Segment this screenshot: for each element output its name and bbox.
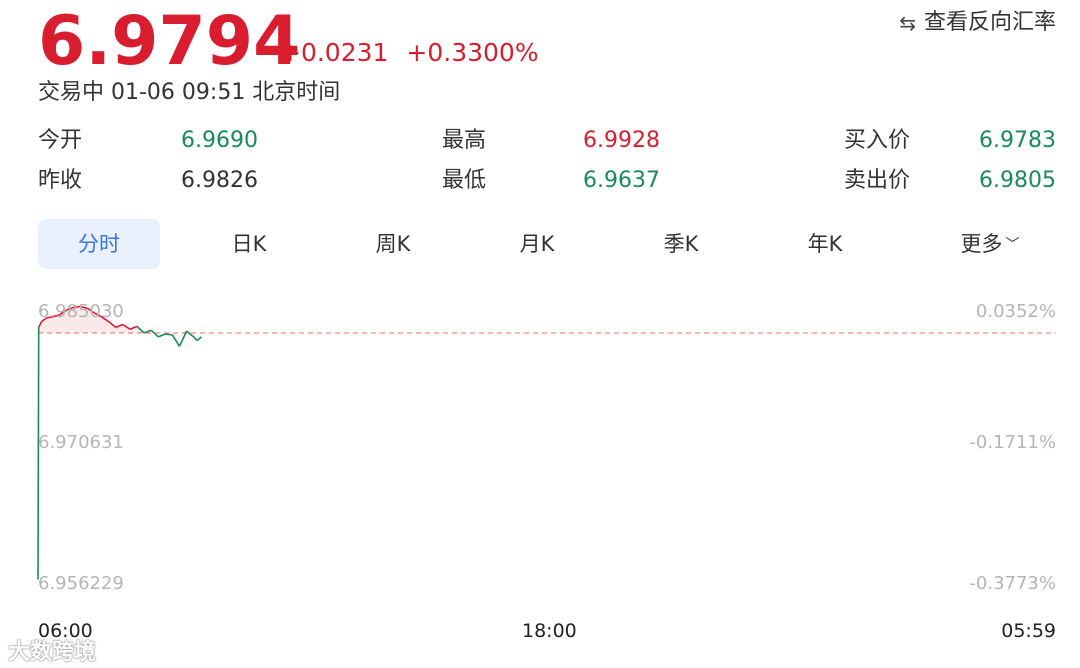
intraday-chart-svg	[37, 305, 1056, 580]
ask-label: 卖出价	[844, 168, 911, 193]
open-label: 今开	[38, 128, 83, 153]
watermark-logo: 大数跨境	[8, 640, 97, 665]
price-line-segment	[157, 333, 166, 338]
swap-arrows-icon: ⇆	[899, 11, 916, 35]
tab-quarterly-k[interactable]: 季K	[620, 219, 742, 269]
y-right-top-label: 0.0352%	[975, 301, 1056, 322]
price-change: +0.0231 +0.3300%	[280, 38, 549, 68]
change-absolute: +0.0231	[280, 38, 389, 67]
y-right-mid-label: -0.1711%	[969, 432, 1056, 453]
period-tabs: 分时 日K 周K 月K 季K 年K 更多 ﹀	[38, 219, 1056, 269]
tab-weekly-k-label: 周K	[375, 232, 411, 256]
change-percent: +0.3300%	[406, 38, 539, 67]
price-line-segment	[186, 330, 195, 338]
reverse-rate-label: 查看反向汇率	[923, 10, 1056, 35]
bid-value: 6.9783	[979, 128, 1056, 153]
quote-row-2: 昨收 6.9826 最低 6.9637 卖出价 6.9805	[38, 164, 1056, 198]
tab-yearly-k[interactable]: 年K	[764, 219, 886, 269]
tab-monthly-k-label: 月K	[519, 232, 555, 256]
tab-more-label: 更多	[960, 232, 1003, 256]
tab-daily-k[interactable]: 日K	[188, 219, 310, 269]
y-left-bottom-label: 6.956229	[38, 573, 124, 594]
price-line-segment	[165, 333, 173, 336]
prev-close-value: 6.9826	[181, 168, 258, 193]
tab-quarterly-k-label: 季K	[663, 232, 699, 256]
price-line-segment	[196, 338, 200, 342]
tab-more[interactable]: 更多 ﹀	[924, 219, 1056, 269]
quote-row-1: 今开 6.9690 最高 6.9928 买入价 6.9783	[38, 124, 1056, 158]
tab-daily-k-label: 日K	[231, 232, 267, 256]
fx-quote-page: 6.9794 +0.0231 +0.3300% ⇆ 查看反向汇率 交易中 01-…	[0, 0, 1080, 668]
y-right-bottom-label: -0.3773%	[969, 573, 1056, 594]
x-label-end: 05:59	[1001, 620, 1056, 642]
ask-value: 6.9805	[979, 168, 1056, 193]
high-value: 6.9928	[583, 128, 660, 153]
open-value: 6.9690	[181, 128, 258, 153]
price-line-segment	[198, 336, 202, 340]
trading-status: 交易中 01-06 09:51 北京时间	[38, 80, 341, 105]
prev-close-label: 昨收	[38, 168, 83, 193]
tab-monthly-k[interactable]: 月K	[476, 219, 598, 269]
tab-intraday[interactable]: 分时	[38, 219, 160, 269]
price-line-segment	[193, 336, 198, 342]
reverse-rate-button[interactable]: ⇆ 查看反向汇率	[899, 8, 1056, 38]
high-label: 最高	[442, 128, 487, 153]
tab-yearly-k-label: 年K	[807, 232, 843, 256]
y-left-top-label: 6.985030	[38, 301, 124, 322]
intraday-chart: 6.985030 6.970631 6.956229 0.0352% -0.17…	[0, 280, 1080, 668]
low-value: 6.9637	[583, 168, 660, 193]
low-label: 最低	[442, 168, 487, 193]
tab-intraday-label: 分时	[78, 232, 120, 256]
y-left-mid-label: 6.970631	[38, 432, 124, 453]
bid-label: 买入价	[844, 128, 911, 153]
chevron-down-icon: ﹀	[1005, 237, 1020, 253]
tab-weekly-k[interactable]: 周K	[332, 219, 454, 269]
x-label-mid: 18:00	[522, 620, 577, 642]
current-price: 6.9794	[38, 2, 301, 81]
price-line-segment	[171, 334, 181, 347]
